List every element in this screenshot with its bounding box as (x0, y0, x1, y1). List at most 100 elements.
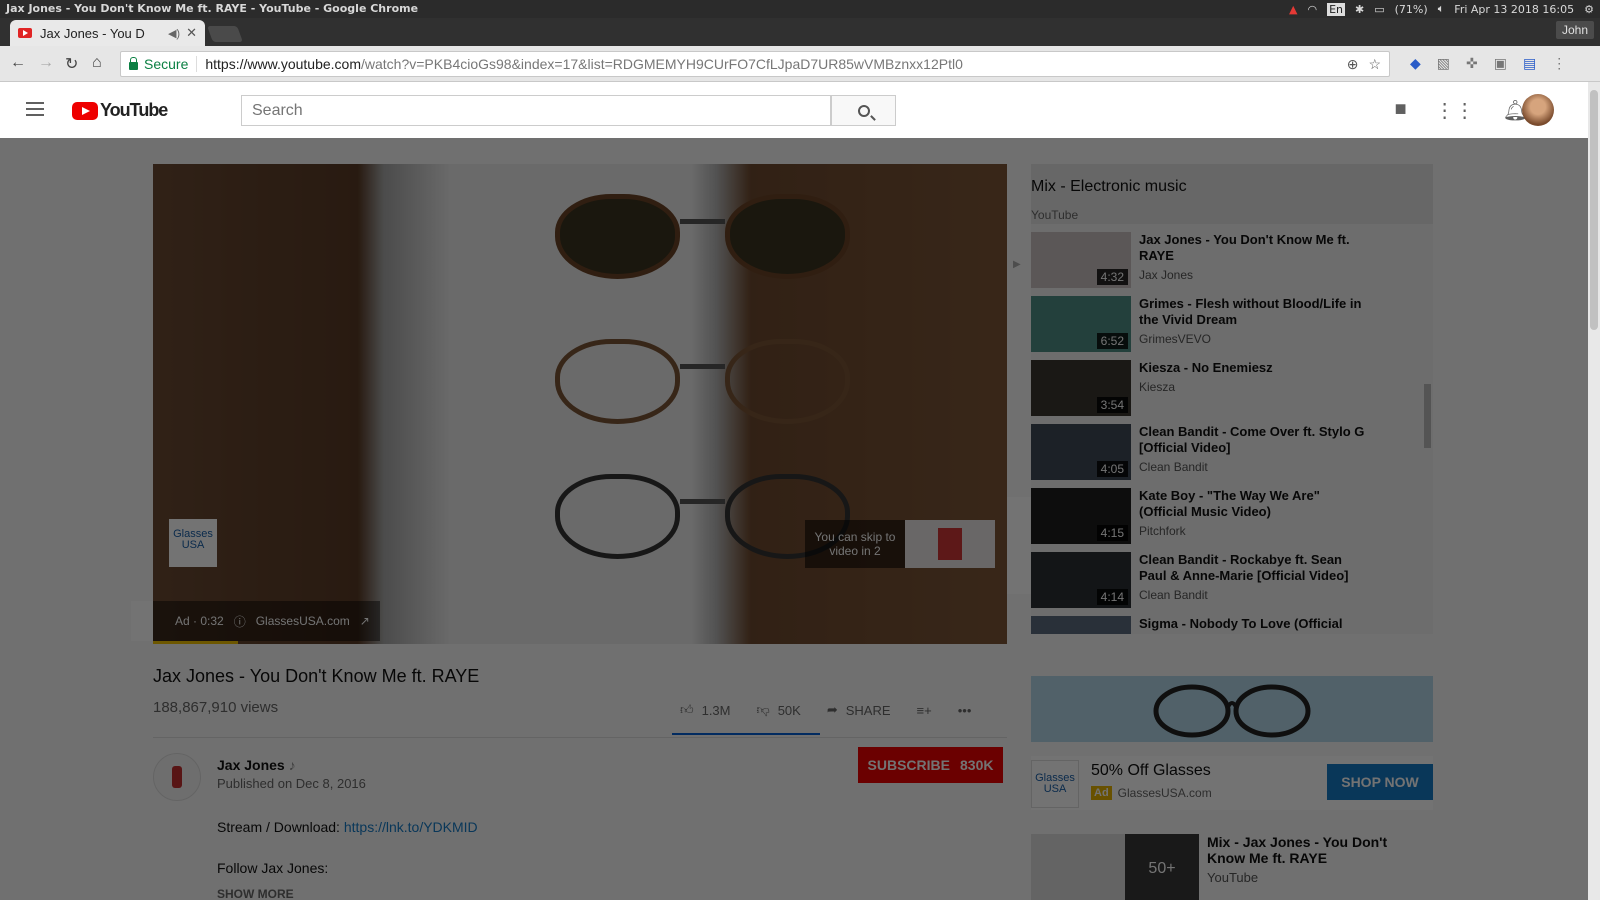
show-more-button[interactable]: SHOW MORE (217, 887, 294, 900)
ad-title[interactable]: 50% Off Glasses (1091, 762, 1211, 780)
playlist-item-title[interactable]: Sigma - Nobody To Love (Official Video) … (1139, 616, 1369, 634)
playlist-item[interactable]: 4:32 Jax Jones - You Don't Know Me ft. R… (1031, 232, 1433, 296)
publish-date: Published on Dec 8, 2016 (217, 776, 366, 791)
search-button[interactable] (831, 95, 896, 126)
mix-title[interactable]: Mix - Electronic music (1031, 178, 1433, 196)
mix-header: Mix - Electronic music YouTube (1031, 164, 1433, 224)
back-arrow-icon[interactable]: ← (10, 54, 26, 72)
subscribe-button[interactable]: SUBSCRIBE 830K (858, 747, 1003, 783)
playlist-item[interactable]: 4:14 Clean Bandit - Rockabye ft. Sean Pa… (1031, 552, 1433, 616)
playlist-item[interactable]: Sigma - Nobody To Love (Official Video) … (1031, 616, 1433, 634)
keyboard-language[interactable]: En (1327, 2, 1346, 16)
add-to-playlist-icon[interactable]: ≡+ (917, 703, 932, 718)
apps-grid-icon[interactable]: ⋮⋮ (1435, 98, 1475, 123)
playlist-item[interactable]: 6:52 Grimes - Flesh without Blood/Life i… (1031, 296, 1433, 360)
playlist-item-title[interactable]: Kiesza - No Enemiesz (1139, 360, 1369, 376)
video-title: Jax Jones - You Don't Know Me ft. RAYE (153, 666, 480, 686)
playlist-item-title[interactable]: Clean Bandit - Rockabye ft. Sean Paul & … (1139, 552, 1369, 584)
reload-icon[interactable]: ↻ (65, 54, 78, 74)
playlist-current-arrow-icon: ▶ (1013, 259, 1021, 270)
dislike-button[interactable]: 👎︎ 50K (757, 702, 801, 718)
duration-badge: 6:52 (1096, 333, 1128, 349)
advertiser-logo[interactable]: Glasses USA (169, 519, 217, 567)
playlist-item-title[interactable]: Grimes - Flesh without Blood/Life in the… (1139, 296, 1369, 328)
tab-strip: Jax Jones - You D ◀) ✕ John (0, 18, 1600, 46)
tab-close-icon[interactable]: ✕ (186, 25, 197, 41)
recommended-channel: YouTube (1207, 870, 1259, 885)
like-count: 1.3M (701, 702, 731, 718)
google-translate-icon[interactable]: ▤ (1523, 55, 1536, 72)
forward-arrow-icon[interactable]: → (38, 54, 54, 72)
youtube-logo[interactable]: YouTube (72, 100, 168, 121)
search-input[interactable] (241, 95, 831, 126)
shop-now-button[interactable]: SHOP NOW (1327, 764, 1433, 800)
playlist-thumbnail[interactable] (1031, 616, 1131, 634)
playlist-scrollbar[interactable] (1424, 384, 1431, 448)
playlist-item[interactable]: 4:15 Kate Boy - "The Way We Are" (Offici… (1031, 488, 1433, 552)
advertiser-logo[interactable]: Glasses USA (1031, 760, 1079, 808)
playlist-item[interactable]: 4:05 Clean Bandit - Come Over ft. Stylo … (1031, 424, 1433, 488)
new-tab-button[interactable] (207, 26, 243, 42)
skip-video-thumbnail[interactable] (905, 520, 995, 568)
avatar[interactable] (1522, 94, 1554, 126)
wifi-icon[interactable]: ◠ (1307, 3, 1317, 16)
volume-icon[interactable]: 🔈︎ (1438, 2, 1445, 16)
browser-tab-active[interactable]: Jax Jones - You D ◀) ✕ (10, 20, 205, 46)
playlist-thumbnail[interactable]: 4:14 (1031, 552, 1131, 608)
more-options-icon[interactable]: ••• (958, 703, 972, 718)
settings-gear-icon[interactable]: ⚙ (1584, 3, 1594, 16)
rss-icon[interactable]: ▧ (1437, 55, 1450, 72)
url-origin: https://www.youtube.com (205, 56, 361, 72)
ad-banner-image[interactable] (1031, 676, 1433, 742)
extension-puzzle-icon[interactable]: ✜ (1466, 55, 1478, 72)
recommended-title[interactable]: Mix - Jax Jones - You Don't Know Me ft. … (1207, 834, 1427, 866)
ad-domain-link[interactable]: GlassesUSA.com (256, 614, 350, 628)
bluetooth-icon[interactable]: ✱ (1355, 3, 1364, 16)
chrome-menu-icon[interactable]: ⋮ (1552, 55, 1566, 72)
translate-icon[interactable]: ⊕ (1347, 56, 1359, 73)
ad-domain: GlassesUSA.com (1117, 786, 1212, 800)
playlist-thumbnail[interactable]: 4:05 (1031, 424, 1131, 480)
header-actions: ■ ⋮⋮ 🔔︎ (1395, 98, 1528, 123)
hamburger-menu-icon[interactable] (26, 102, 44, 116)
playlist-thumbnail[interactable]: 6:52 (1031, 296, 1131, 352)
create-video-icon[interactable]: ■ (1395, 98, 1407, 123)
page-scroll-thumb[interactable] (1590, 90, 1598, 330)
info-icon[interactable]: ⓘ (234, 613, 246, 630)
playlist-item-title[interactable]: Jax Jones - You Don't Know Me ft. RAYE (1139, 232, 1369, 264)
extension-camera-icon[interactable]: ▣ (1494, 55, 1507, 72)
playlist-item-title[interactable]: Kate Boy - "The Way We Are" (Official Mu… (1139, 488, 1369, 520)
mix-playlist-panel: Mix - Electronic music YouTube 4:32 Jax … (1031, 164, 1433, 634)
duration-badge: 4:14 (1096, 589, 1128, 605)
like-button[interactable]: 👍︎ 1.3M (680, 702, 731, 718)
recommended-thumbnail[interactable]: 50+ (1031, 834, 1199, 900)
description-link[interactable]: https://lnk.to/YDKMID (344, 819, 478, 835)
channel-name-text: Jax Jones (217, 757, 285, 773)
battery-icon[interactable]: ▭ (1374, 3, 1384, 16)
youtube-play-icon (72, 101, 98, 120)
playlist-thumbnail[interactable]: 4:32 (1031, 232, 1131, 288)
url-text[interactable]: https://www.youtube.com/watch?v=PKB4cioG… (197, 56, 963, 72)
warning-icon[interactable]: ▲ (1289, 3, 1297, 16)
playlist-item-title[interactable]: Clean Bandit - Come Over ft. Stylo G [Of… (1139, 424, 1369, 456)
page-scrollbar[interactable] (1588, 82, 1600, 900)
home-icon[interactable]: ⌂ (92, 54, 102, 72)
video-player[interactable]: Glasses USA Ad · 0:32 ⓘ GlassesUSA.com ↗… (153, 164, 1007, 644)
address-bar[interactable]: Secure https://www.youtube.com/watch?v=P… (120, 51, 1390, 77)
profile-name[interactable]: John (1555, 21, 1594, 39)
channel-avatar[interactable] (153, 753, 201, 801)
playlist-thumbnail[interactable]: 4:15 (1031, 488, 1131, 544)
tab-title: Jax Jones - You D (40, 25, 145, 41)
external-link-icon[interactable]: ↗ (360, 614, 370, 628)
clock[interactable]: Fri Apr 13 2018 16:05 (1454, 3, 1574, 16)
channel-name[interactable]: Jax Jones ♪ (217, 757, 296, 773)
secure-indicator[interactable]: Secure (121, 56, 198, 72)
playlist-thumbnail[interactable]: 3:54 (1031, 360, 1131, 416)
bookmark-star-icon[interactable]: ☆ (1368, 56, 1381, 73)
playlist-item[interactable]: 3:54 Kiesza - No Enemiesz Kiesza (1031, 360, 1433, 424)
recommended-mix[interactable]: 50+ Mix - Jax Jones - You Don't Know Me … (1031, 834, 1433, 900)
extension-shield-icon[interactable]: ◆ (1410, 55, 1421, 72)
tab-audio-icon[interactable]: ◀) (168, 27, 180, 40)
share-button[interactable]: ➦ SHARE (827, 702, 891, 718)
mix-count-overlay: 50+ (1125, 834, 1199, 900)
